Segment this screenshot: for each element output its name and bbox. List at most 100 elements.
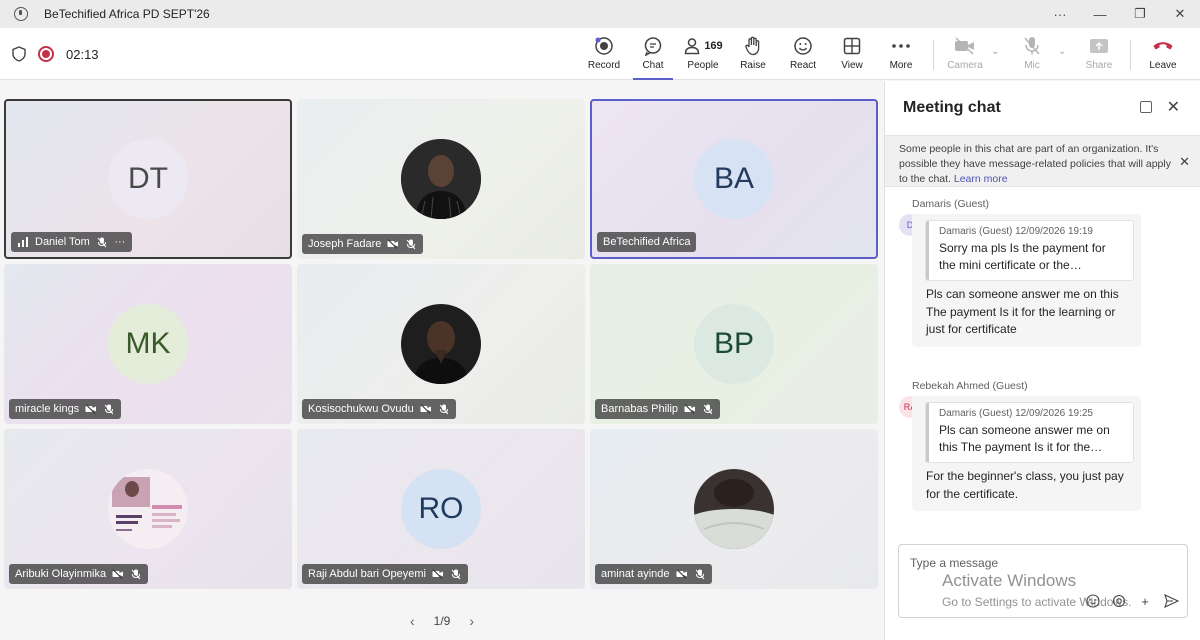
add-icon[interactable]: + — [1137, 593, 1153, 609]
phone-hangup-icon — [1152, 34, 1174, 58]
record-button[interactable]: Record — [578, 34, 630, 76]
leave-button[interactable]: Leave — [1137, 34, 1189, 76]
avatar: RO — [401, 469, 481, 549]
smiley-icon — [793, 34, 813, 58]
camera-off-icon — [112, 568, 124, 580]
signal-bars-icon — [17, 236, 29, 248]
camera-off-icon — [85, 403, 97, 415]
participant-tile[interactable]: Joseph Fadare — [297, 99, 585, 259]
chat-icon — [643, 34, 663, 58]
participant-name: aminat ayinde — [601, 568, 670, 580]
raise-hand-button[interactable]: Raise — [727, 34, 779, 76]
message-sender: Damaris (Guest) — [912, 198, 990, 210]
quoted-reply[interactable]: Damaris (Guest) 12/09/2026 19:25 Pls can… — [926, 403, 1133, 462]
maximize-button[interactable]: ❐ — [1120, 0, 1160, 28]
previous-page-button[interactable]: ‹ — [410, 613, 415, 629]
message-sender: Rebekah Ahmed (Guest) — [912, 380, 1028, 392]
participant-tile[interactable]: DT Daniel Tom ··· — [4, 99, 292, 259]
chat-button[interactable]: Chat — [627, 34, 679, 80]
mic-button[interactable]: Mic — [1006, 34, 1058, 76]
share-icon — [1089, 34, 1109, 58]
camera-off-icon — [387, 238, 399, 250]
chat-message[interactable]: Damaris (Guest) 12/09/2026 19:25 Pls can… — [912, 396, 1141, 511]
participant-tile[interactable]: BP Barnabas Philip — [590, 264, 878, 424]
camera-off-icon — [684, 403, 696, 415]
record-icon — [594, 34, 614, 58]
record-label: Record — [587, 60, 621, 71]
send-icon[interactable] — [1163, 593, 1179, 609]
people-label: People — [687, 60, 719, 71]
participant-nameplate: Kosisochukwu Ovudu — [302, 399, 456, 419]
mic-off-icon — [694, 568, 706, 580]
participant-nameplate: Raji Abdul bari Opeyemi — [302, 564, 469, 584]
close-chat-icon[interactable]: ✕ — [1167, 97, 1180, 117]
people-button[interactable]: 169 People — [677, 34, 729, 76]
participant-nameplate: miracle kings — [9, 399, 122, 419]
minimize-button[interactable]: — — [1080, 0, 1120, 28]
participant-nameplate: Aribuki Olayinmika — [9, 564, 149, 584]
mic-off-icon — [450, 568, 462, 580]
participant-name: Kosisochukwu Ovudu — [308, 403, 414, 415]
participant-tile[interactable]: Kosisochukwu Ovudu — [297, 264, 585, 424]
gallery-pager: ‹ 1/9 › — [410, 612, 474, 630]
participant-photo — [401, 139, 481, 219]
react-label: React — [789, 60, 817, 71]
participant-photo-image — [108, 469, 188, 549]
participant-nameplate: Barnabas Philip — [595, 399, 721, 419]
share-button[interactable]: Share — [1073, 34, 1125, 76]
chat-message[interactable]: Damaris (Guest) 12/09/2026 19:19 Sorry m… — [912, 214, 1141, 347]
watermark-title: Activate Windows — [942, 571, 1077, 590]
participant-name: Raji Abdul bari Opeyemi — [308, 568, 427, 580]
quoted-reply[interactable]: Damaris (Guest) 12/09/2026 19:19 Sorry m… — [926, 221, 1133, 280]
close-window-button[interactable]: ✕ — [1160, 0, 1200, 28]
hand-icon — [743, 34, 763, 58]
video-grid: DT Daniel Tom ··· Joseph Fadare BA BeTec… — [4, 99, 880, 591]
participant-tile[interactable]: Aribuki Olayinmika — [4, 429, 292, 589]
view-label: View — [841, 60, 863, 71]
meeting-timer: 02:13 — [66, 46, 99, 62]
quote-header: Damaris (Guest) 12/09/2026 19:19 — [939, 226, 1093, 237]
camera-options-chevron-icon[interactable]: ⌄ — [991, 46, 999, 57]
participant-name: miracle kings — [15, 403, 80, 415]
participant-tile[interactable]: MK miracle kings — [4, 264, 292, 424]
participant-photo — [108, 469, 188, 549]
meeting-toolbar: 02:13 Record Chat 169 People Raise React — [0, 28, 1200, 80]
chat-header: Meeting chat ✕ — [885, 81, 1200, 135]
window-controls: ··· — ❐ ✕ — [1040, 0, 1200, 28]
toolbar-separator — [933, 40, 934, 70]
camera-off-icon — [676, 568, 688, 580]
share-label: Share — [1085, 60, 1113, 71]
camera-button[interactable]: Camera — [939, 34, 991, 76]
camera-off-icon — [420, 403, 432, 415]
mic-off-icon — [702, 403, 714, 415]
window-more-button[interactable]: ··· — [1040, 0, 1080, 28]
more-button[interactable]: More — [875, 34, 927, 76]
notice-text: Some people in this chat are part of an … — [899, 143, 1171, 185]
chat-title: Meeting chat — [903, 99, 1001, 116]
camera-off-icon — [954, 34, 976, 58]
quote-text: Sorry ma pls Is the payment for the mini… — [939, 241, 1106, 272]
org-policy-notice: Some people in this chat are part of an … — [885, 135, 1200, 187]
next-page-button[interactable]: › — [469, 613, 474, 629]
participant-nameplate: Daniel Tom ··· — [11, 232, 132, 252]
participant-tile[interactable]: BA BeTechified Africa — [590, 99, 878, 259]
participant-photo-image — [694, 469, 774, 549]
mic-off-icon — [96, 236, 108, 248]
pop-out-icon[interactable] — [1140, 101, 1152, 113]
dismiss-notice-icon[interactable]: ✕ — [1179, 154, 1190, 169]
view-button[interactable]: View — [826, 34, 878, 76]
learn-more-link[interactable]: Learn more — [954, 173, 1008, 185]
react-button[interactable]: React — [777, 34, 829, 76]
participant-options-icon[interactable]: ··· — [114, 236, 126, 248]
participant-tile[interactable]: RO Raji Abdul bari Opeyemi — [297, 429, 585, 589]
participant-photo — [401, 304, 481, 384]
raise-label: Raise — [740, 60, 766, 71]
mic-off-icon — [1023, 34, 1041, 58]
participant-tile[interactable]: aminat ayinde — [590, 429, 878, 589]
participant-name: BeTechified Africa — [603, 236, 691, 248]
mic-label: Mic — [1024, 60, 1040, 71]
grid-icon — [843, 34, 861, 58]
recording-indicator-icon — [38, 46, 54, 62]
message-input[interactable]: Type a message — [910, 556, 998, 570]
mic-options-chevron-icon[interactable]: ⌄ — [1058, 46, 1066, 57]
